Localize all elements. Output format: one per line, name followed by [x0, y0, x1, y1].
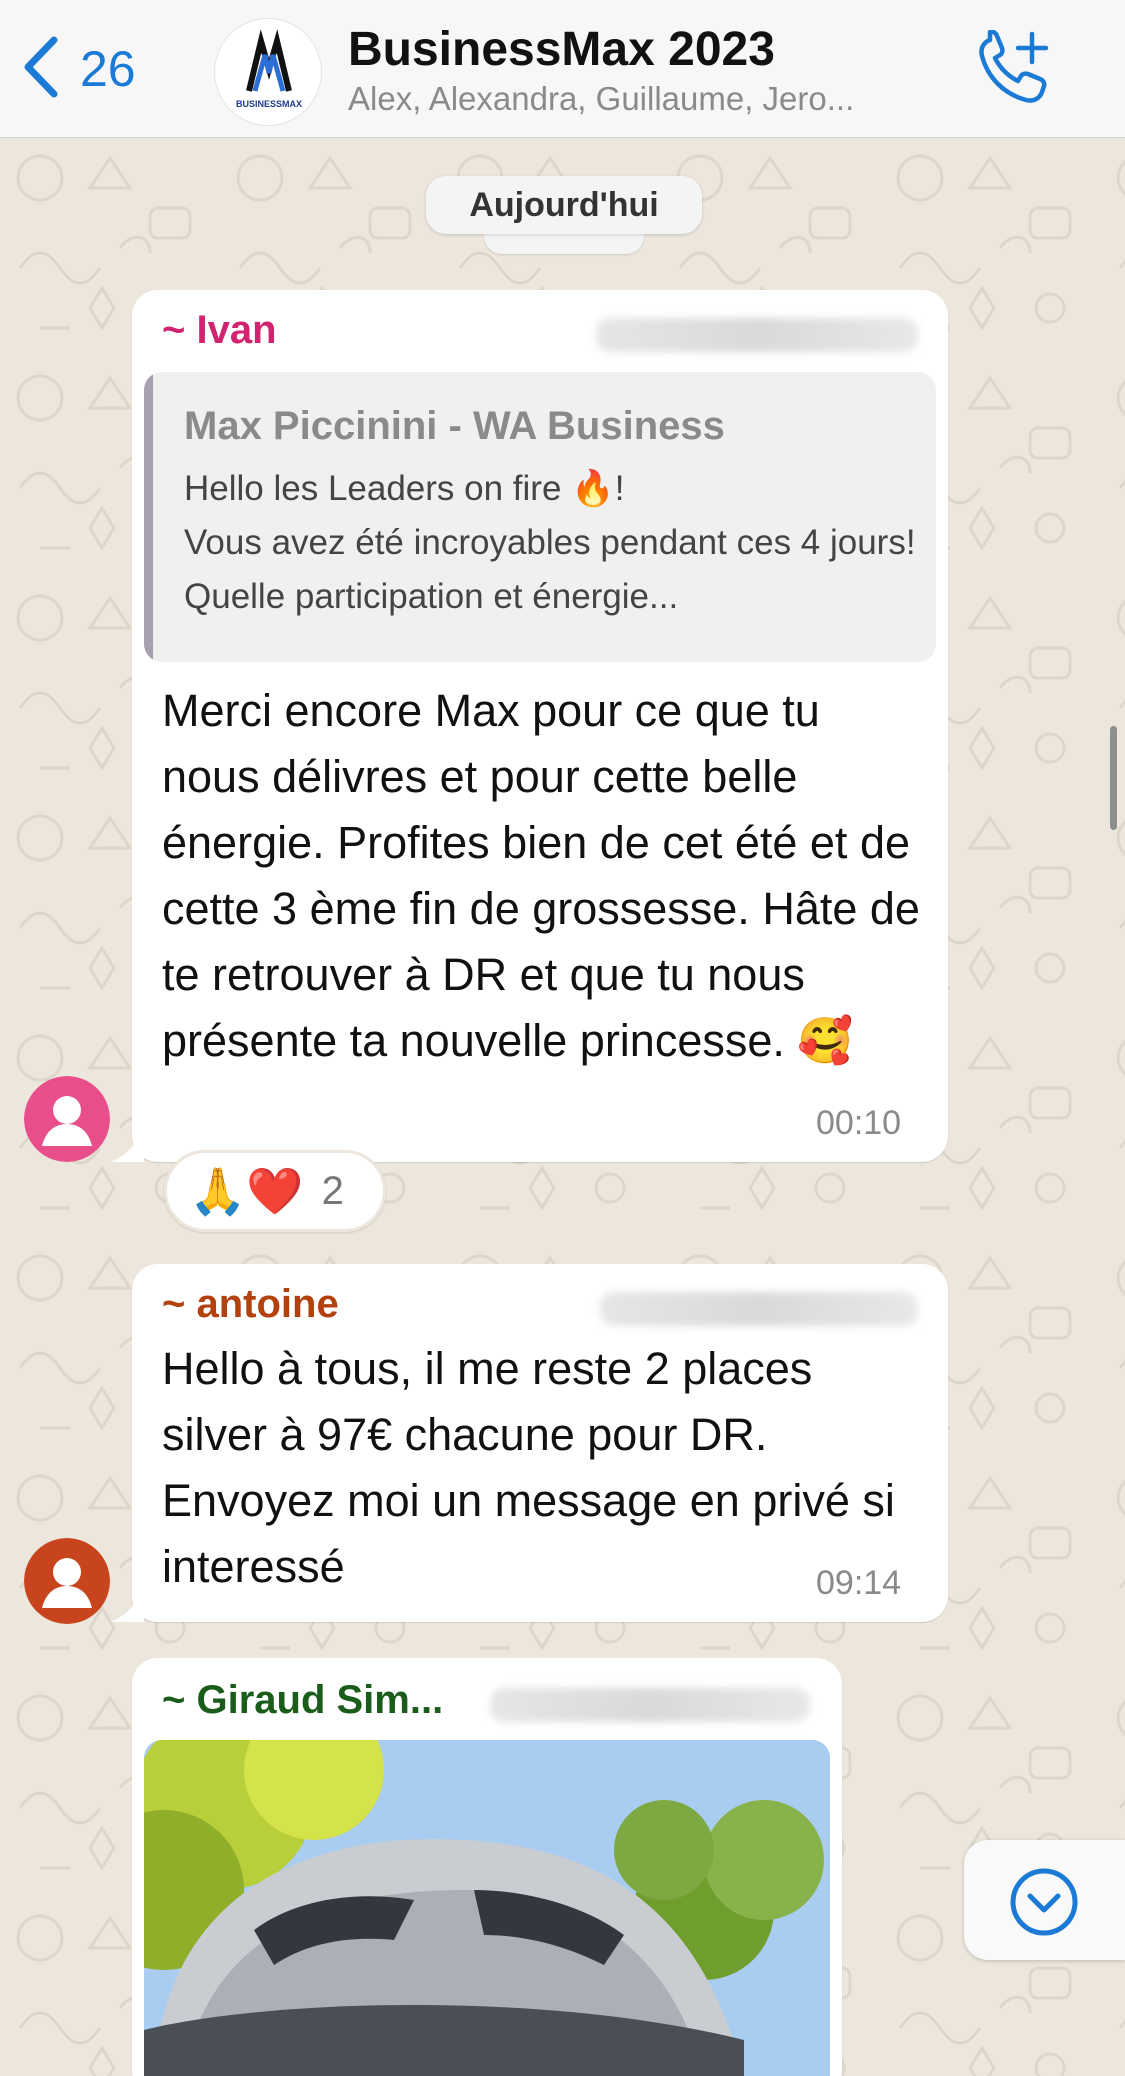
svg-text:BUSINESSMAX: BUSINESSMAX	[236, 99, 302, 109]
add-call-button[interactable]	[972, 29, 1052, 110]
bubble-tail	[110, 1128, 144, 1162]
message-text: Merci encore Max pour ce que tu nous dél…	[162, 685, 920, 1066]
avatar-antoine[interactable]	[24, 1538, 110, 1624]
group-title[interactable]: BusinessMax 2023	[348, 22, 775, 77]
reaction-emojis: 🙏❤️	[189, 1164, 304, 1217]
quote-bar	[144, 372, 153, 662]
back-button[interactable]: 26	[22, 34, 136, 104]
sender-phone-blurred	[490, 1688, 810, 1722]
quote-author: Max Piccinini - WA Business	[184, 404, 725, 448]
sender-phone-blurred	[596, 318, 918, 352]
message-time: 00:10	[816, 1104, 902, 1142]
chevron-down-circle-icon	[964, 1868, 1125, 1964]
sender-name[interactable]: ~ antoine	[162, 1282, 339, 1327]
add-call-icon	[972, 29, 1052, 114]
avatar-ivan[interactable]	[24, 1076, 110, 1162]
quote-text: Hello les Leaders on fire 🔥! Vous avez é…	[184, 469, 916, 616]
scroll-to-bottom-button[interactable]	[964, 1840, 1125, 1960]
message-text: Hello à tous, il me reste 2 places silve…	[162, 1343, 895, 1592]
chevron-left-icon	[22, 36, 58, 103]
sender-name[interactable]: ~ Giraud Sim...	[162, 1678, 443, 1723]
message-time: 09:14	[816, 1564, 902, 1602]
group-avatar[interactable]: BUSINESSMAX	[214, 18, 322, 126]
group-members[interactable]: Alex, Alexandra, Guillaume, Jero...	[348, 80, 928, 118]
bubble-tail	[110, 1588, 144, 1622]
chat-header: 26 BUSINESSMAX BusinessMax 2023 Alex, Al…	[0, 0, 1125, 138]
reactions-bar[interactable]: 🙏❤️ 2	[164, 1150, 386, 1232]
sender-phone-blurred	[600, 1292, 918, 1326]
reaction-count: 2	[321, 1168, 344, 1213]
scroll-indicator[interactable]	[1110, 726, 1117, 830]
quoted-message[interactable]: Max Piccinini - WA Business Hello les Le…	[144, 372, 936, 662]
sender-name[interactable]: ~ Ivan	[162, 308, 277, 353]
date-separator: Aujourd'hui	[426, 176, 702, 234]
media-image[interactable]	[144, 1740, 830, 2076]
unread-count: 26	[80, 41, 136, 97]
